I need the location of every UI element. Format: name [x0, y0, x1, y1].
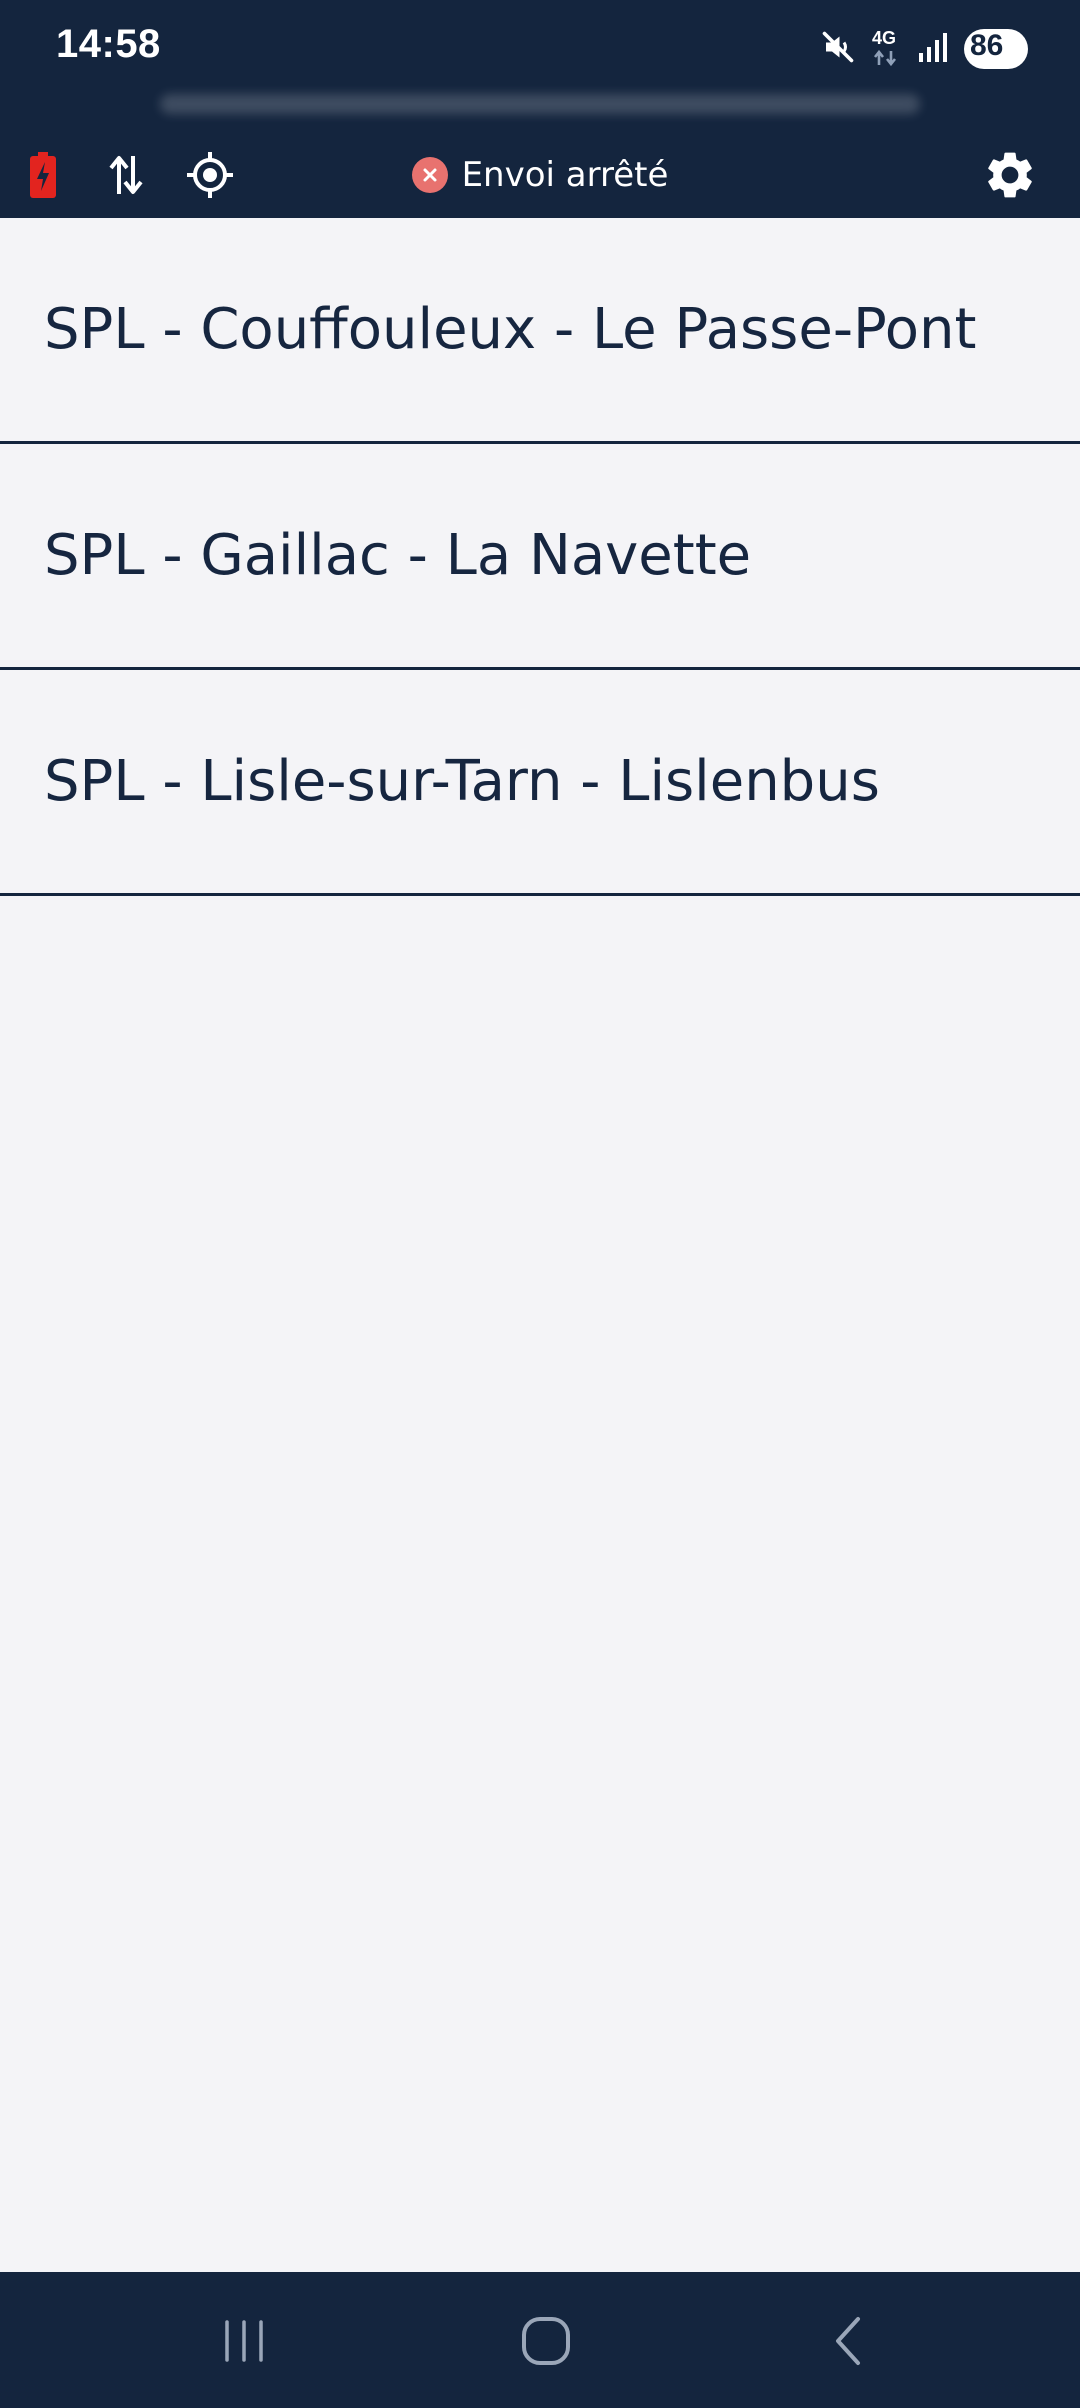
- mute-icon: [820, 29, 856, 69]
- battery-indicator: 86: [964, 29, 1028, 69]
- status-icons: 4G 86: [804, 26, 1028, 72]
- status-bar: 14:58 4G 86: [0, 0, 1080, 114]
- system-nav-bar: [0, 2272, 1080, 2408]
- list-item-gaillac[interactable]: SPL - Gaillac - La Navette: [0, 444, 1080, 670]
- status-clock: 14:58: [56, 22, 161, 66]
- list-item-label: SPL - Gaillac - La Navette: [44, 523, 752, 588]
- signal-icon: [918, 31, 948, 67]
- network-4g-icon: 4G: [872, 29, 902, 69]
- back-icon[interactable]: [808, 2306, 888, 2376]
- sending-status-label: Envoi arrêté: [461, 155, 669, 195]
- recent-apps-icon[interactable]: [204, 2306, 284, 2376]
- app-toolbar: Envoi arrêté: [0, 138, 1080, 214]
- settings-gear-icon[interactable]: [980, 150, 1040, 200]
- sending-status: Envoi arrêté: [0, 148, 1080, 202]
- home-icon[interactable]: [506, 2306, 586, 2376]
- status-stop-icon: [411, 157, 448, 193]
- line-list: SPL - Couffouleux - Le Passe-Pont SPL - …: [0, 218, 1080, 896]
- list-item-label: SPL - Lisle-sur-Tarn - Lislenbus: [44, 749, 880, 814]
- app-header: 14:58 4G 86 Envoi arrêté: [0, 0, 1080, 218]
- list-item-lisle-sur-tarn[interactable]: SPL - Lisle-sur-Tarn - Lislenbus: [0, 670, 1080, 896]
- blurred-notification-text: [160, 94, 920, 114]
- list-item-couffouleux[interactable]: SPL - Couffouleux - Le Passe-Pont: [0, 218, 1080, 444]
- list-item-label: SPL - Couffouleux - Le Passe-Pont: [44, 297, 977, 362]
